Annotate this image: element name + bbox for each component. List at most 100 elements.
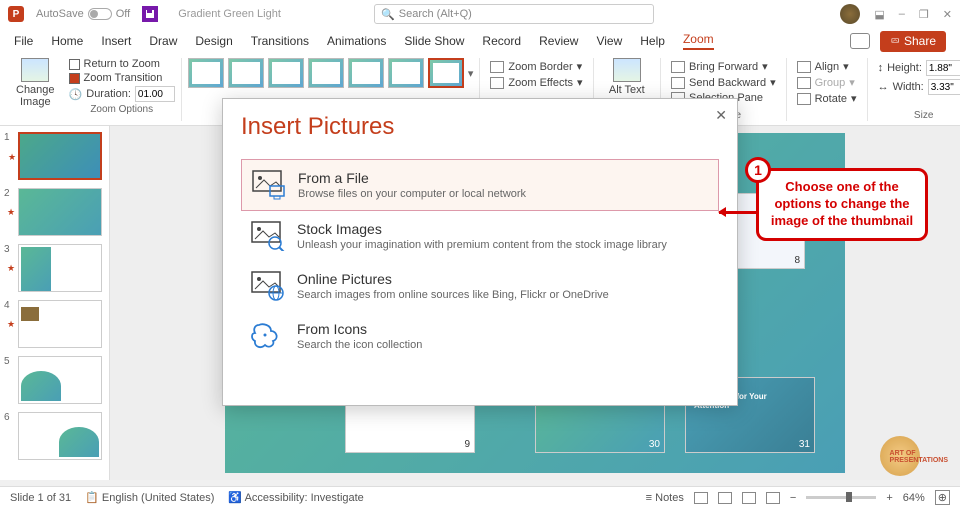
- tab-zoom[interactable]: Zoom: [683, 32, 714, 50]
- share-button[interactable]: ⮹ Share: [880, 31, 946, 52]
- save-button[interactable]: [142, 6, 158, 22]
- autosave-label: AutoSave: [36, 8, 84, 20]
- slide-thumb-1[interactable]: ★: [18, 132, 102, 180]
- ribbon-mode-icon[interactable]: ⬓: [874, 8, 884, 21]
- style-thumb[interactable]: [388, 58, 424, 88]
- tab-home[interactable]: Home: [51, 34, 83, 48]
- height-input[interactable]: ↕Height:: [878, 60, 960, 76]
- checkbox-empty-icon: [69, 59, 80, 70]
- slide-thumb-2[interactable]: ★: [18, 188, 102, 236]
- insert-pictures-dialog: ✕ Insert Pictures From a FileBrowse file…: [222, 98, 738, 406]
- tab-review[interactable]: Review: [539, 34, 578, 48]
- from-icons-icon: [251, 321, 285, 351]
- animation-star-icon: ★: [7, 319, 15, 330]
- zoom-percentage[interactable]: 64%: [903, 492, 925, 504]
- search-icon: 🔍: [381, 8, 395, 21]
- autosave-toggle[interactable]: AutoSave Off: [36, 8, 130, 20]
- zoom-slider[interactable]: [806, 496, 876, 499]
- tab-transitions[interactable]: Transitions: [251, 34, 309, 48]
- group-button: Group ▾: [797, 76, 857, 89]
- tab-view[interactable]: View: [596, 34, 622, 48]
- minimize-button[interactable]: –: [899, 8, 905, 20]
- tab-design[interactable]: Design: [195, 34, 232, 48]
- gallery-more-icon[interactable]: ▾: [468, 67, 474, 80]
- group-icon: [797, 77, 811, 89]
- document-title: Gradient Green Light: [178, 8, 281, 20]
- user-avatar[interactable]: [840, 4, 860, 24]
- style-thumb[interactable]: [268, 58, 304, 88]
- slide-thumb-4[interactable]: ★: [18, 300, 102, 348]
- rotate-button[interactable]: Rotate ▾: [797, 92, 857, 105]
- normal-view-button[interactable]: [694, 492, 708, 504]
- option-online-pictures[interactable]: Online PicturesSearch images from online…: [241, 261, 719, 311]
- tab-help[interactable]: Help: [640, 34, 665, 48]
- bring-forward-icon: [671, 61, 685, 73]
- zoom-transition-checkbox[interactable]: Zoom Transition: [69, 72, 175, 84]
- slide-thumb-6[interactable]: [18, 412, 102, 460]
- annotation-badge: 1: [745, 157, 771, 183]
- width-field[interactable]: [928, 79, 960, 95]
- close-button[interactable]: ✕: [943, 8, 952, 21]
- style-thumb-selected[interactable]: [428, 58, 464, 88]
- style-thumb[interactable]: [188, 58, 224, 88]
- style-thumb[interactable]: [228, 58, 264, 88]
- notes-button[interactable]: ≡ Notes: [646, 492, 684, 504]
- width-input[interactable]: ↔Width:: [878, 79, 960, 95]
- zoom-in-button[interactable]: +: [886, 492, 892, 504]
- send-backward-button[interactable]: Send Backward ▾: [671, 76, 776, 89]
- height-field[interactable]: [926, 60, 960, 76]
- annotation-arrow-icon: [719, 211, 759, 214]
- share-icon: ⮹: [890, 34, 900, 49]
- dialog-close-button[interactable]: ✕: [715, 107, 727, 124]
- checkbox-checked-icon: [69, 73, 80, 84]
- zoom-out-button[interactable]: −: [790, 492, 796, 504]
- width-icon: ↔: [878, 81, 889, 93]
- tab-record[interactable]: Record: [482, 34, 521, 48]
- tab-insert[interactable]: Insert: [101, 34, 131, 48]
- duration-input[interactable]: 🕓Duration:: [69, 86, 175, 102]
- slide-counter[interactable]: Slide 1 of 31: [10, 492, 71, 504]
- dialog-title: Insert Pictures: [241, 113, 719, 141]
- comments-button[interactable]: [850, 33, 870, 49]
- option-stock-images[interactable]: Stock ImagesUnleash your imagination wit…: [241, 211, 719, 261]
- restore-button[interactable]: ❐: [919, 8, 929, 21]
- search-input[interactable]: 🔍 Search (Alt+Q): [374, 4, 654, 24]
- change-image-label: Change Image: [16, 84, 55, 108]
- reading-view-button[interactable]: [742, 492, 756, 504]
- toggle-off-icon: [88, 8, 112, 20]
- zoom-border-button[interactable]: Zoom Border ▾: [490, 60, 582, 73]
- zoom-styles-gallery[interactable]: ▾: [188, 58, 474, 88]
- clock-icon: 🕓: [69, 88, 83, 101]
- sorter-view-button[interactable]: [718, 492, 732, 504]
- align-button[interactable]: Align ▾: [797, 60, 857, 73]
- tab-animations[interactable]: Animations: [327, 34, 386, 48]
- tab-draw[interactable]: Draw: [149, 34, 177, 48]
- accessibility-status[interactable]: ♿ Accessibility: Investigate: [228, 491, 363, 504]
- style-thumb[interactable]: [308, 58, 344, 88]
- alt-text-icon: [613, 58, 641, 82]
- zoom-effects-button[interactable]: Zoom Effects ▾: [490, 76, 582, 89]
- style-thumb[interactable]: [348, 58, 384, 88]
- slideshow-view-button[interactable]: [766, 492, 780, 504]
- change-image-button[interactable]: Change Image: [16, 58, 55, 108]
- slide-thumb-5[interactable]: [18, 356, 102, 404]
- return-to-zoom-checkbox[interactable]: Return to Zoom: [69, 58, 175, 70]
- duration-field[interactable]: [135, 86, 175, 102]
- send-backward-icon: [671, 77, 685, 89]
- bring-forward-button[interactable]: Bring Forward ▾: [671, 60, 776, 73]
- slide-thumb-3[interactable]: ★: [18, 244, 102, 292]
- size-group-label: Size: [914, 110, 933, 121]
- file-picture-icon: [252, 170, 286, 200]
- language-status[interactable]: 📋 English (United States): [85, 491, 214, 504]
- slide-thumbnail-panel[interactable]: 1★ 2★ 3★ 4★ 5 6: [0, 126, 110, 480]
- tab-file[interactable]: File: [14, 34, 33, 48]
- share-label: Share: [904, 34, 936, 48]
- option-from-file[interactable]: From a FileBrowse files on your computer…: [241, 159, 719, 211]
- option-from-icons[interactable]: From IconsSearch the icon collection: [241, 311, 719, 361]
- tab-slideshow[interactable]: Slide Show: [404, 34, 464, 48]
- height-icon: ↕: [878, 62, 884, 74]
- animation-star-icon: ★: [7, 263, 15, 274]
- alt-text-button[interactable]: Alt Text: [609, 58, 645, 96]
- app-logo: P: [8, 6, 24, 22]
- fit-to-window-button[interactable]: ⊕: [935, 490, 950, 505]
